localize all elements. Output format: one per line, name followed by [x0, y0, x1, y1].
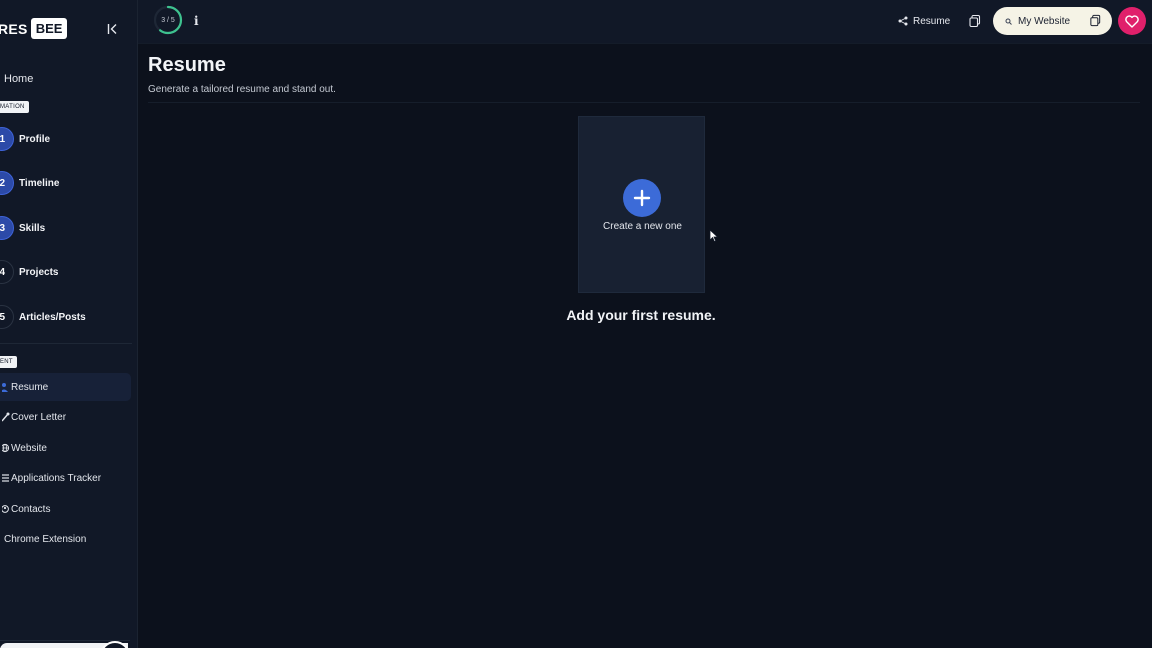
step-label: Articles/Posts — [19, 311, 86, 323]
contact-icon — [0, 504, 10, 514]
my-website-label: My Website — [1018, 15, 1071, 27]
step-number: 1 — [0, 127, 14, 151]
top-bar: 3 / 5 i Resume My Website — [138, 0, 1152, 44]
globe-icon — [0, 443, 10, 453]
step-label: Skills — [19, 222, 46, 234]
list-icon — [0, 473, 10, 483]
user-icon — [0, 382, 10, 392]
nav-label: Contacts — [11, 503, 51, 515]
add-resume-button[interactable] — [623, 179, 661, 217]
sidebar-step-articles[interactable]: 5 Articles/Posts — [0, 305, 86, 329]
empty-state-message: Add your first resume. — [566, 307, 716, 323]
step-number: 2 — [0, 171, 14, 195]
info-icon[interactable]: i — [194, 14, 204, 28]
nav-label: Chrome Extension — [4, 533, 87, 545]
sidebar-item-cover-letter[interactable]: Cover Letter — [0, 403, 131, 431]
section-tag-information: MATION — [0, 101, 29, 113]
sidebar-item-website[interactable]: Website — [0, 434, 131, 462]
create-label: Create a new one — [603, 221, 682, 232]
share-icon — [898, 16, 908, 26]
step-number: 4 — [0, 260, 14, 284]
step-number: 3 — [0, 216, 14, 240]
collapse-sidebar-button[interactable] — [104, 20, 122, 38]
pen-icon — [0, 412, 10, 422]
sidebar-item-contacts[interactable]: Contacts — [0, 495, 131, 523]
step-label: Timeline — [19, 177, 60, 189]
section-tag-content: ENT — [0, 356, 17, 368]
page-subtitle: Generate a tailored resume and stand out… — [148, 84, 336, 95]
header-divider — [148, 102, 1140, 103]
mouse-cursor-icon — [709, 229, 719, 243]
step-number: 5 — [0, 305, 14, 329]
plus-icon — [633, 189, 651, 207]
sidebar-item-home[interactable]: Home — [0, 70, 33, 88]
search-icon — [1005, 18, 1012, 25]
copy-link-icon[interactable] — [1089, 14, 1102, 27]
logo-text-right: BEE — [30, 18, 68, 39]
home-label: Home — [4, 73, 34, 85]
page-title: Resume — [148, 54, 226, 76]
step-label: Profile — [19, 133, 51, 145]
heart-icon — [1125, 14, 1139, 28]
share-label: Resume — [913, 15, 951, 27]
nav-label: Website — [11, 442, 47, 454]
nav-label: Applications Tracker — [11, 472, 102, 484]
sidebar-step-skills[interactable]: 3 Skills — [0, 216, 45, 240]
logo-text-left: RES — [0, 20, 28, 37]
nav-label: Cover Letter — [11, 411, 67, 423]
collapse-left-icon — [107, 24, 117, 34]
sidebar: RES BEE Home MATION 1 Profile 2 Timeline… — [0, 0, 138, 648]
sidebar-step-projects[interactable]: 4 Projects — [0, 260, 58, 284]
logo[interactable]: RES BEE — [0, 18, 68, 39]
sidebar-step-profile[interactable]: 1 Profile — [0, 127, 50, 151]
sidebar-step-timeline[interactable]: 2 Timeline — [0, 171, 59, 195]
sidebar-item-applications-tracker[interactable]: Applications Tracker — [0, 464, 131, 492]
share-resume-button[interactable]: Resume — [898, 12, 950, 30]
sidebar-item-chrome-extension[interactable]: Chrome Extension — [0, 525, 131, 553]
sidebar-divider — [0, 343, 132, 344]
create-resume-card[interactable]: Create a new one — [578, 116, 705, 293]
step-label: Projects — [19, 266, 59, 278]
nav-label: Resume — [11, 381, 49, 393]
progress-text: 3 / 5 — [161, 16, 175, 24]
my-website-button[interactable]: My Website — [993, 7, 1112, 35]
copy-icon[interactable] — [968, 14, 982, 28]
chrome-icon — [0, 534, 3, 544]
favorite-button[interactable] — [1118, 7, 1146, 35]
sidebar-item-resume[interactable]: Resume — [0, 373, 131, 401]
